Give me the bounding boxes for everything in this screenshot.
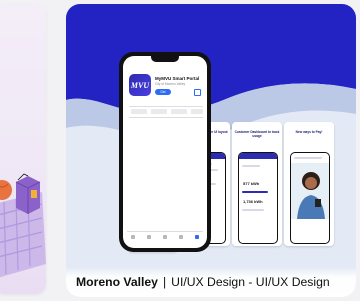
get-button: Get bbox=[155, 89, 171, 95]
project-caption: Moreno Valley | UI/UX Design - UI/UX Des… bbox=[66, 267, 356, 297]
phone-mockup: MVU MyMVU Smart Portal City of Moreno Va… bbox=[119, 52, 211, 252]
tab-bar bbox=[127, 231, 203, 242]
app-stats-row bbox=[129, 106, 203, 118]
person-photo bbox=[291, 163, 329, 219]
app-name: MyMVU Smart Portal bbox=[155, 76, 200, 81]
app-screenshot-3: Customer Dashboard to track usage 577 kW… bbox=[232, 122, 282, 246]
app-store-screen: MVU MyMVU Smart Portal City of Moreno Va… bbox=[123, 56, 207, 248]
screenshot-title: New ways to Pay! bbox=[295, 130, 323, 134]
project-disciplines: UI/UX Design - UI/UX Design bbox=[171, 275, 330, 289]
usage-value: 1,736 kWh bbox=[243, 199, 263, 204]
caption-separator: | bbox=[162, 275, 167, 289]
app-subtitle: City of Moreno Valley bbox=[155, 82, 186, 86]
app-icon: MVU bbox=[129, 74, 151, 96]
portfolio-gallery: My MVU Smart Portal Cleaner and smarter … bbox=[0, 0, 360, 301]
usage-value: 577 kWh bbox=[243, 181, 260, 186]
project-card-previous[interactable] bbox=[0, 4, 46, 294]
mini-phone: 577 kWh 1,736 kWh bbox=[238, 152, 278, 244]
project-place: Moreno Valley bbox=[76, 275, 158, 289]
app-store-header: MVU MyMVU Smart Portal City of Moreno Va… bbox=[129, 74, 203, 102]
project-card-moreno-valley[interactable]: My MVU Smart Portal Cleaner and smarter … bbox=[66, 4, 356, 297]
share-icon bbox=[194, 89, 201, 96]
isometric-illustration bbox=[0, 4, 46, 294]
mini-phone bbox=[290, 152, 330, 244]
app-screenshot-4: New ways to Pay! bbox=[284, 122, 334, 246]
screenshot-title: Customer Dashboard to track usage bbox=[234, 130, 280, 138]
